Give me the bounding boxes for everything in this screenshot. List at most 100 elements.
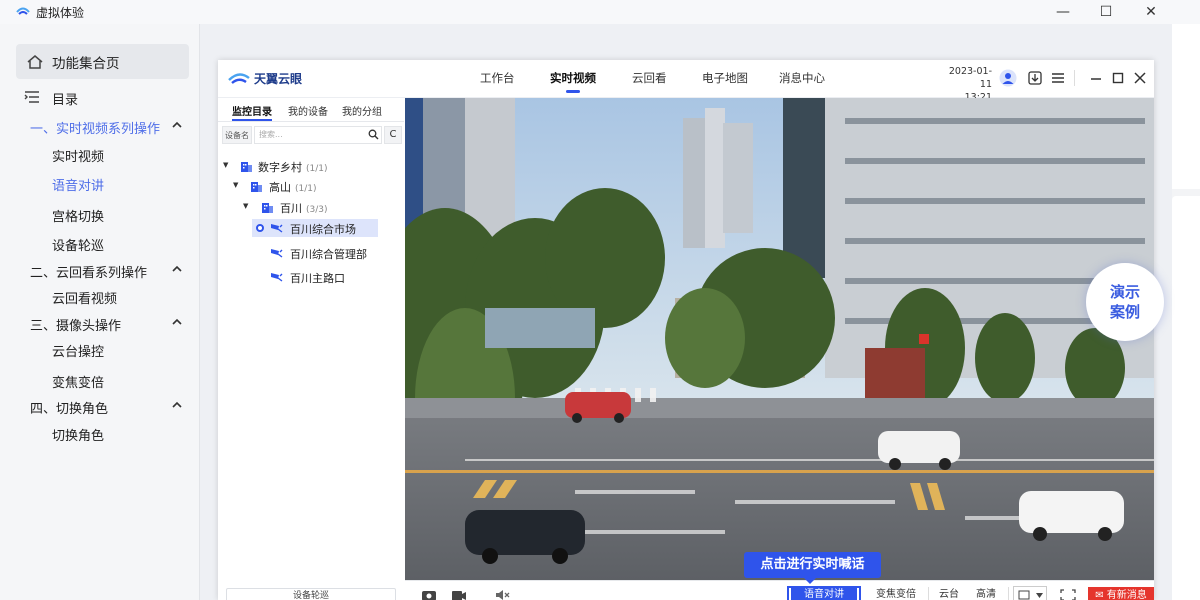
voice-talk-label: 语音对讲	[791, 588, 857, 600]
tab-workbench[interactable]: 工作台	[480, 70, 515, 86]
caret-down-icon[interactable]: ▼	[223, 161, 228, 169]
nav-section-camera-ops[interactable]: 三、摄像头操作	[0, 310, 200, 336]
side-tab-monitor-catalog[interactable]: 监控目录	[232, 103, 272, 121]
nav-section-cloud-playback[interactable]: 二、云回看系列操作	[0, 257, 200, 283]
tree-node-baichuan-main-road[interactable]: 百川主路口	[218, 268, 404, 286]
close-icon[interactable]	[1132, 70, 1148, 86]
square-layout-icon	[1018, 590, 1030, 600]
chevron-up-icon	[172, 265, 182, 272]
mute-icon[interactable]	[495, 589, 511, 600]
search-row: 设备名 搜索... C	[222, 126, 402, 144]
nav-item-label: 变焦变倍	[52, 376, 105, 391]
side-tabs: 监控目录 我的设备 我的分组	[218, 98, 404, 122]
tree-node-label: 数字乡村 (1/1)	[258, 159, 328, 175]
demo-case-badge[interactable]: 演示 案例	[1086, 263, 1164, 341]
app-window: 天翼云眼 工作台 实时视频 云回看 电子地图 消息中心 2023-01-11 1…	[218, 60, 1154, 600]
zoom-button[interactable]: 变焦变倍	[867, 586, 925, 600]
nav-home-label: 功能集合页	[52, 55, 120, 72]
refresh-button[interactable]: C	[384, 126, 402, 144]
download-icon[interactable]	[1027, 70, 1043, 86]
nav-item-ptz-control[interactable]: 云台操控	[0, 336, 200, 362]
tree-node-name: 百川主路口	[290, 272, 345, 285]
chevron-up-icon	[172, 121, 182, 128]
tree-node-gaoshan[interactable]: ▼ 高山 (1/1)	[218, 177, 404, 195]
tree-node-name: 百川	[280, 202, 302, 215]
tree-node-baichuan-market[interactable]: 百川综合市场	[218, 219, 404, 237]
selected-radio-icon	[256, 224, 264, 232]
tree-node-name: 百川综合管理部	[290, 248, 367, 261]
nav-item-live-video[interactable]: 实时视频	[0, 141, 200, 167]
tab-message-center[interactable]: 消息中心	[779, 70, 825, 86]
nav-item-device-patrol[interactable]: 设备轮巡	[0, 230, 200, 256]
header-divider	[1074, 70, 1075, 86]
video-frame	[405, 98, 1154, 580]
nav-item-cloud-playback-video[interactable]: 云回看视频	[0, 283, 200, 309]
nav-catalog-label: 目录	[52, 93, 79, 108]
camera-icon	[271, 273, 283, 282]
nav-item-label: 设备轮巡	[52, 239, 105, 254]
tree-node-label: 百川 (3/3)	[280, 200, 328, 216]
app-logo-icon	[16, 7, 30, 15]
user-avatar-icon[interactable]	[999, 69, 1017, 87]
list-icon	[24, 91, 39, 103]
voice-talk-button[interactable]: 语音对讲	[787, 586, 861, 600]
live-video-feed[interactable]	[405, 98, 1154, 580]
tab-cloud-playback[interactable]: 云回看	[632, 70, 667, 86]
new-message-label: 有新消息	[1106, 590, 1147, 600]
layout-select[interactable]	[1013, 586, 1047, 600]
chevron-up-icon	[172, 318, 182, 325]
tree-node-label: 高山 (1/1)	[269, 179, 317, 195]
nav-section-switch-role[interactable]: 四、切换角色	[0, 393, 200, 419]
search-icon[interactable]	[368, 129, 379, 140]
maximize-button[interactable]: ☐	[1083, 0, 1129, 24]
nav-item-label: 语音对讲	[52, 179, 105, 194]
building-icon	[241, 162, 252, 172]
nav-home[interactable]: 功能集合页	[16, 44, 189, 79]
toolbar-divider	[1008, 587, 1009, 600]
nav-item-zoom[interactable]: 变焦变倍	[0, 367, 200, 393]
window-titlebar: 虚拟体验 — ☐ ✕	[0, 0, 1200, 24]
camera-icon	[271, 224, 283, 233]
hd-button[interactable]: 高清	[971, 586, 1001, 600]
tree-node-baichuan-management[interactable]: 百川综合管理部	[218, 244, 404, 262]
nav-item-label: 云台操控	[52, 345, 105, 360]
nav-section-label: 四、切换角色	[30, 402, 109, 417]
caret-down-icon[interactable]: ▼	[233, 181, 238, 189]
ptz-button[interactable]: 云台	[934, 586, 964, 600]
new-message-button[interactable]: ✉ 有新消息	[1088, 587, 1154, 600]
side-tab-my-devices[interactable]: 我的设备	[288, 103, 328, 118]
nav-item-voice-talk[interactable]: 语音对讲	[0, 170, 200, 196]
tab-live-video[interactable]: 实时视频	[550, 70, 596, 93]
tree-node-baichuan[interactable]: ▼ 百川 (3/3)	[218, 198, 404, 216]
nav-item-grid-switch[interactable]: 宫格切换	[0, 201, 200, 227]
brand-logo-icon	[228, 72, 250, 84]
brand[interactable]: 天翼云眼	[228, 70, 302, 87]
side-tab-my-groups[interactable]: 我的分组	[342, 103, 382, 118]
date: 2023-01-11	[948, 66, 992, 90]
right-card	[1172, 196, 1200, 600]
fullscreen-icon[interactable]	[1060, 589, 1076, 600]
nav-catalog[interactable]: 目录	[0, 84, 200, 110]
tree-node-digital-village[interactable]: ▼ 数字乡村 (1/1)	[218, 157, 404, 175]
record-icon[interactable]	[451, 589, 467, 600]
close-button[interactable]: ✕	[1128, 0, 1174, 24]
nav-item-switch-role[interactable]: 切换角色	[0, 420, 200, 446]
caret-down-icon[interactable]: ▼	[243, 202, 248, 210]
maximize-icon[interactable]	[1110, 70, 1126, 86]
device-patrol-button[interactable]: 设备轮巡	[226, 588, 396, 600]
minimize-icon[interactable]	[1088, 70, 1104, 86]
chevron-up-icon	[172, 401, 182, 408]
left-navigation: 功能集合页 目录 一、实时视频系列操作 实时视频 语音对讲 宫格切换 设备轮巡 …	[0, 24, 200, 600]
search-field-select[interactable]: 设备名	[222, 126, 252, 144]
brand-name: 天翼云眼	[254, 72, 303, 86]
search-input[interactable]: 搜索...	[254, 126, 382, 144]
camera-icon	[271, 249, 283, 258]
nav-section-live-video[interactable]: 一、实时视频系列操作	[0, 113, 200, 139]
minimize-button[interactable]: —	[1040, 0, 1086, 24]
menu-icon[interactable]	[1050, 70, 1066, 86]
nav-item-label: 宫格切换	[52, 210, 105, 225]
video-toolbar: 语音对讲 变焦变倍 云台 高清 ✉ 有新消息	[405, 580, 1154, 600]
bell-icon: ✉	[1095, 590, 1104, 600]
snapshot-icon[interactable]	[421, 589, 437, 600]
tab-e-map[interactable]: 电子地图	[702, 70, 748, 86]
